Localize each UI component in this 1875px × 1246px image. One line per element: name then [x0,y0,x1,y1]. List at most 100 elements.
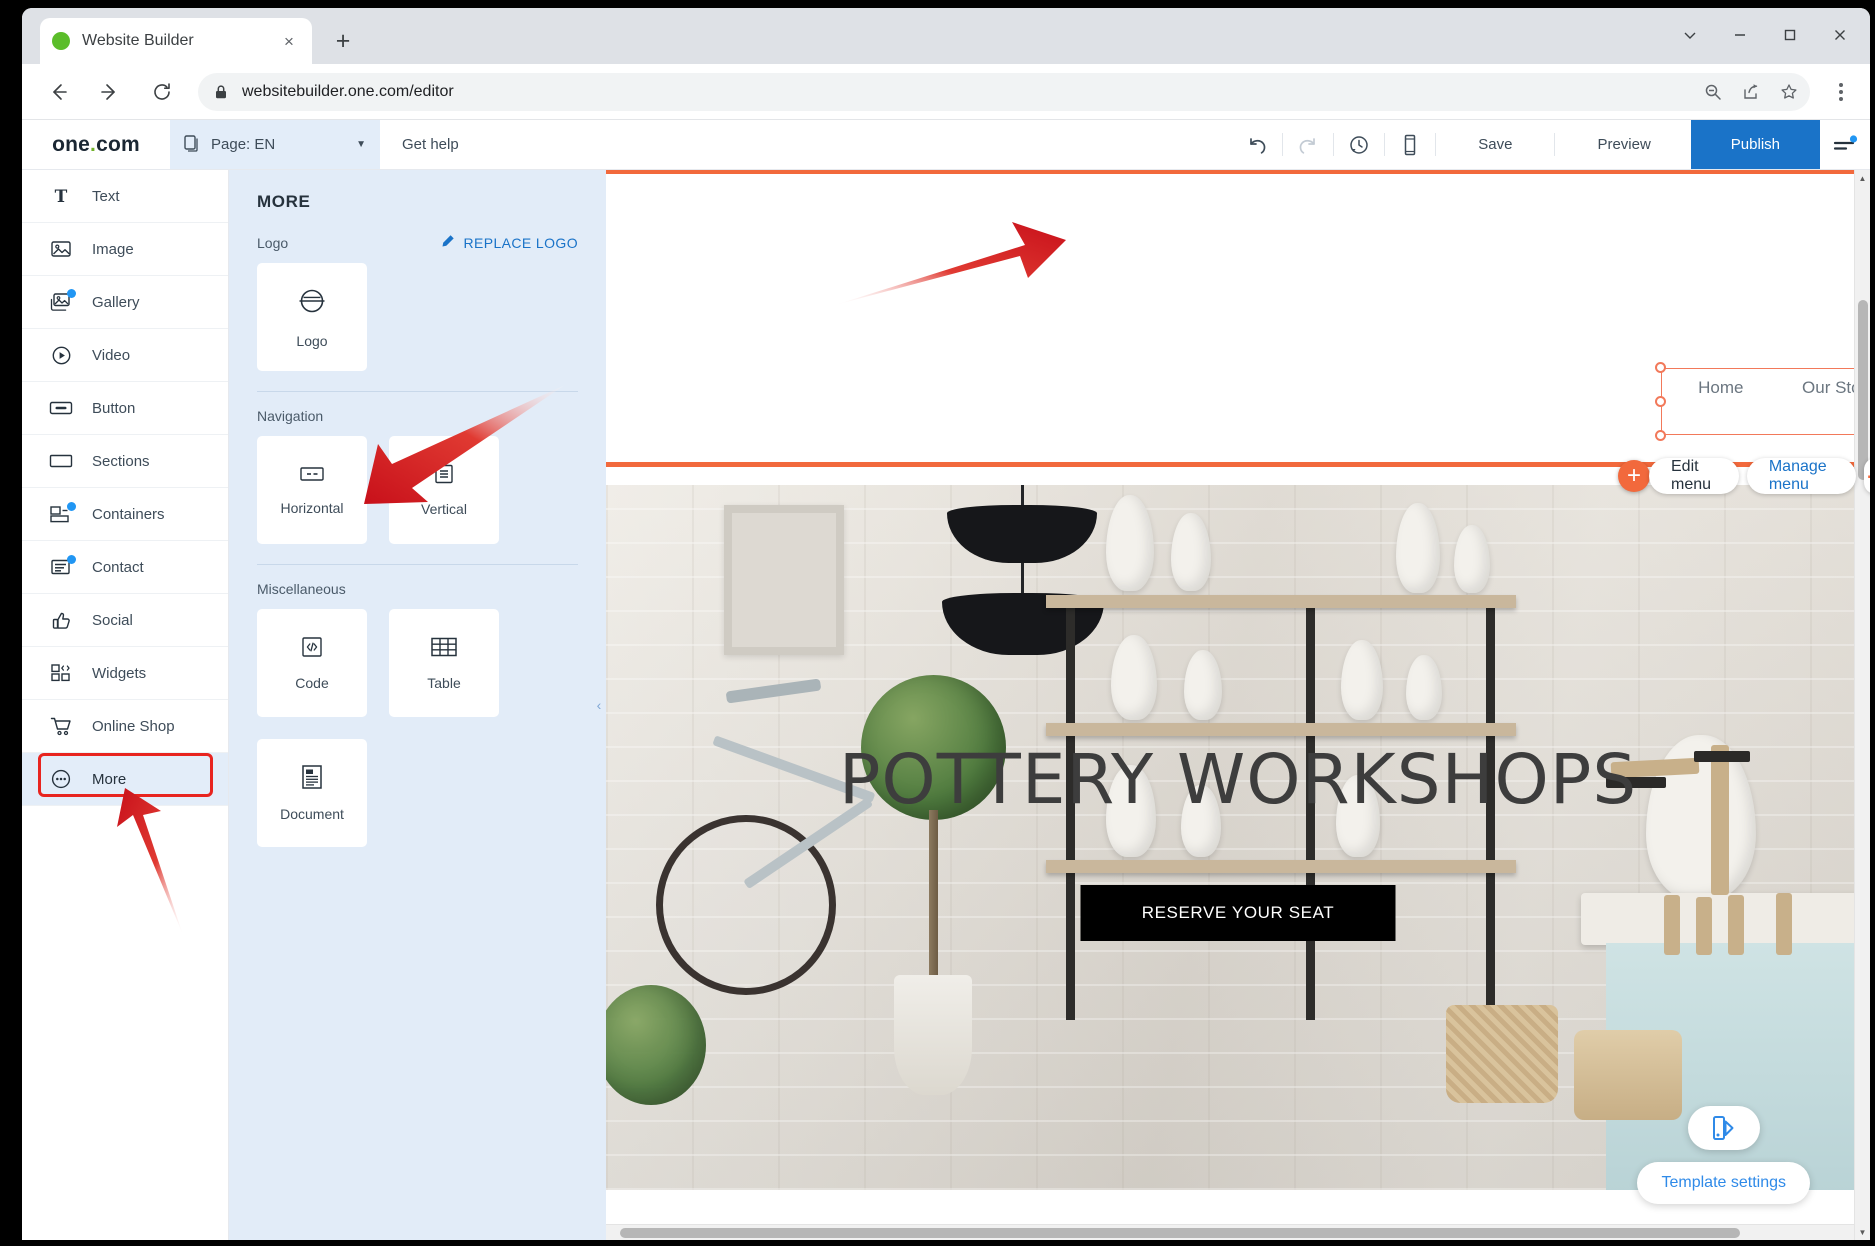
scroll-up-arrow-icon[interactable]: ▲ [1855,170,1870,186]
address-bar[interactable]: websitebuilder.one.com/editor [198,72,1810,111]
sidebar-item-video[interactable]: Video [22,329,228,382]
sidebar-item-sections[interactable]: Sections [22,435,228,488]
sidebar-item-image[interactable]: Image [22,223,228,276]
card-label: Logo [296,333,328,349]
page-selector[interactable]: Page: EN ▼ [170,120,380,169]
settings-menu-icon[interactable] [1820,120,1870,169]
gallery-icon [48,288,76,313]
text-icon: T [48,186,74,206]
contact-icon [48,554,76,577]
notification-badge [67,554,76,564]
sidebar-label: Text [92,187,120,205]
sidebar-item-more[interactable]: More [22,753,228,806]
redo-icon [1285,120,1331,169]
save-button[interactable]: Save [1438,120,1552,169]
replace-logo-button[interactable]: REPLACE LOGO [441,234,578,251]
brand-name: one [52,132,91,156]
bookmark-star-icon[interactable] [1772,75,1806,109]
app-body: T Text Image Gallery Video Button Sectio… [22,170,1870,1240]
vertical-scroll-thumb[interactable] [1858,300,1868,480]
canvas-horizontal-scrollbar[interactable] [606,1224,1854,1240]
browser-tab-strip: Website Builder × + [22,8,1870,64]
page-selector-label: Page: EN [211,136,276,153]
card-label: Code [295,675,329,691]
card-code[interactable]: Code [257,609,367,717]
omnibox-actions [1696,75,1806,109]
sidebar-item-contact[interactable]: Contact [22,541,228,594]
panel-title: MORE [257,192,311,211]
mobile-preview-icon[interactable] [1387,120,1433,169]
history-icon[interactable] [1336,120,1382,169]
close-icon[interactable] [1816,16,1864,54]
horizontal-scroll-thumb[interactable] [620,1228,1740,1238]
social-icon [48,610,74,631]
scroll-down-arrow-icon[interactable]: ▼ [1855,1224,1870,1240]
panel-divider-1 [257,391,578,392]
sidebar-label: Containers [92,505,165,523]
replace-logo-label: REPLACE LOGO [463,234,578,251]
reload-icon[interactable] [142,72,182,112]
browser-menu-icon[interactable] [1822,73,1860,111]
resize-handle-tl[interactable] [1655,362,1666,373]
panel-collapse-chevron-icon[interactable]: ‹ [591,668,606,742]
button-icon [48,400,74,416]
hero-counter-top [1581,893,1870,945]
logo-group-header: Logo REPLACE LOGO [257,234,578,251]
sidebar-label: Online Shop [92,717,175,735]
minimize-icon[interactable] [1716,16,1764,54]
sidebar-item-text[interactable]: T Text [22,170,228,223]
add-element-button[interactable]: + [1618,460,1650,492]
zoom-out-icon[interactable] [1696,75,1730,109]
sidebar-item-online-shop[interactable]: Online Shop [22,700,228,753]
new-tab-button[interactable]: + [326,24,360,58]
template-settings-button[interactable]: Template settings [1637,1162,1810,1204]
forward-icon[interactable] [90,72,130,112]
hero-tool-5 [1728,895,1744,955]
hero-cta-button[interactable]: RESERVE YOUR SEAT [1080,885,1396,941]
canvas-vertical-scrollbar[interactable]: ▲ ▼ [1854,170,1870,1240]
card-table[interactable]: Table [389,609,499,717]
hero-tool-6 [1776,893,1792,955]
resize-handle-ml[interactable] [1655,395,1666,407]
share-icon[interactable] [1734,75,1768,109]
sidebar-label: Contact [92,558,144,576]
edit-menu-button[interactable]: Edit menu [1649,458,1739,494]
card-label: Vertical [421,501,467,517]
card-document[interactable]: Document [257,739,367,847]
back-icon[interactable] [38,72,78,112]
sidebar-item-social[interactable]: Social [22,594,228,647]
sidebar-item-widgets[interactable]: Widgets [22,647,228,700]
undo-icon[interactable] [1234,120,1280,169]
card-horizontal-nav[interactable]: Horizontal [257,436,367,544]
palette-icon[interactable] [1687,1106,1760,1150]
widgets-icon [48,663,74,683]
element-toolbar: Edit menu Manage menu ⋯ [1649,458,1870,494]
maximize-icon[interactable] [1766,16,1814,54]
hero-tool-3 [1664,895,1680,955]
one-com-logo[interactable]: one. com [22,120,170,169]
sidebar-label: Gallery [92,293,140,311]
sidebar-item-containers[interactable]: Containers [22,488,228,541]
group-label: Logo [257,234,289,251]
element-sidebar: T Text Image Gallery Video Button Sectio… [22,170,229,1240]
publish-button[interactable]: Publish [1690,120,1820,169]
more-icon [48,768,74,790]
card-vertical-nav[interactable]: Vertical [389,436,499,544]
hero-basket [1446,1005,1558,1103]
browser-tab[interactable]: Website Builder × [40,18,312,64]
resize-handle-bl[interactable] [1655,430,1666,441]
sidebar-item-button[interactable]: Button [22,382,228,435]
nav-menu-selection[interactable]: Home Our Story Catalog Contact Shop ▾ [1655,362,1870,441]
browser-window: Website Builder × + websitebuilder.one.c… [22,8,1870,1240]
misc-cards: Code Table Document [257,609,578,847]
manage-menu-button[interactable]: Manage menu [1746,458,1856,494]
nav-item-home[interactable]: Home [1662,378,1780,398]
preview-button[interactable]: Preview [1557,120,1690,169]
card-logo[interactable]: Logo [257,263,367,371]
get-help-button[interactable]: Get help [380,120,481,169]
tab-close-icon[interactable]: × [278,30,300,52]
tab-search-chevron-icon[interactable] [1666,16,1714,54]
notification-badge [67,288,76,298]
sidebar-item-gallery[interactable]: Gallery [22,276,228,329]
more-options-button[interactable]: ⋯ [1863,458,1870,494]
